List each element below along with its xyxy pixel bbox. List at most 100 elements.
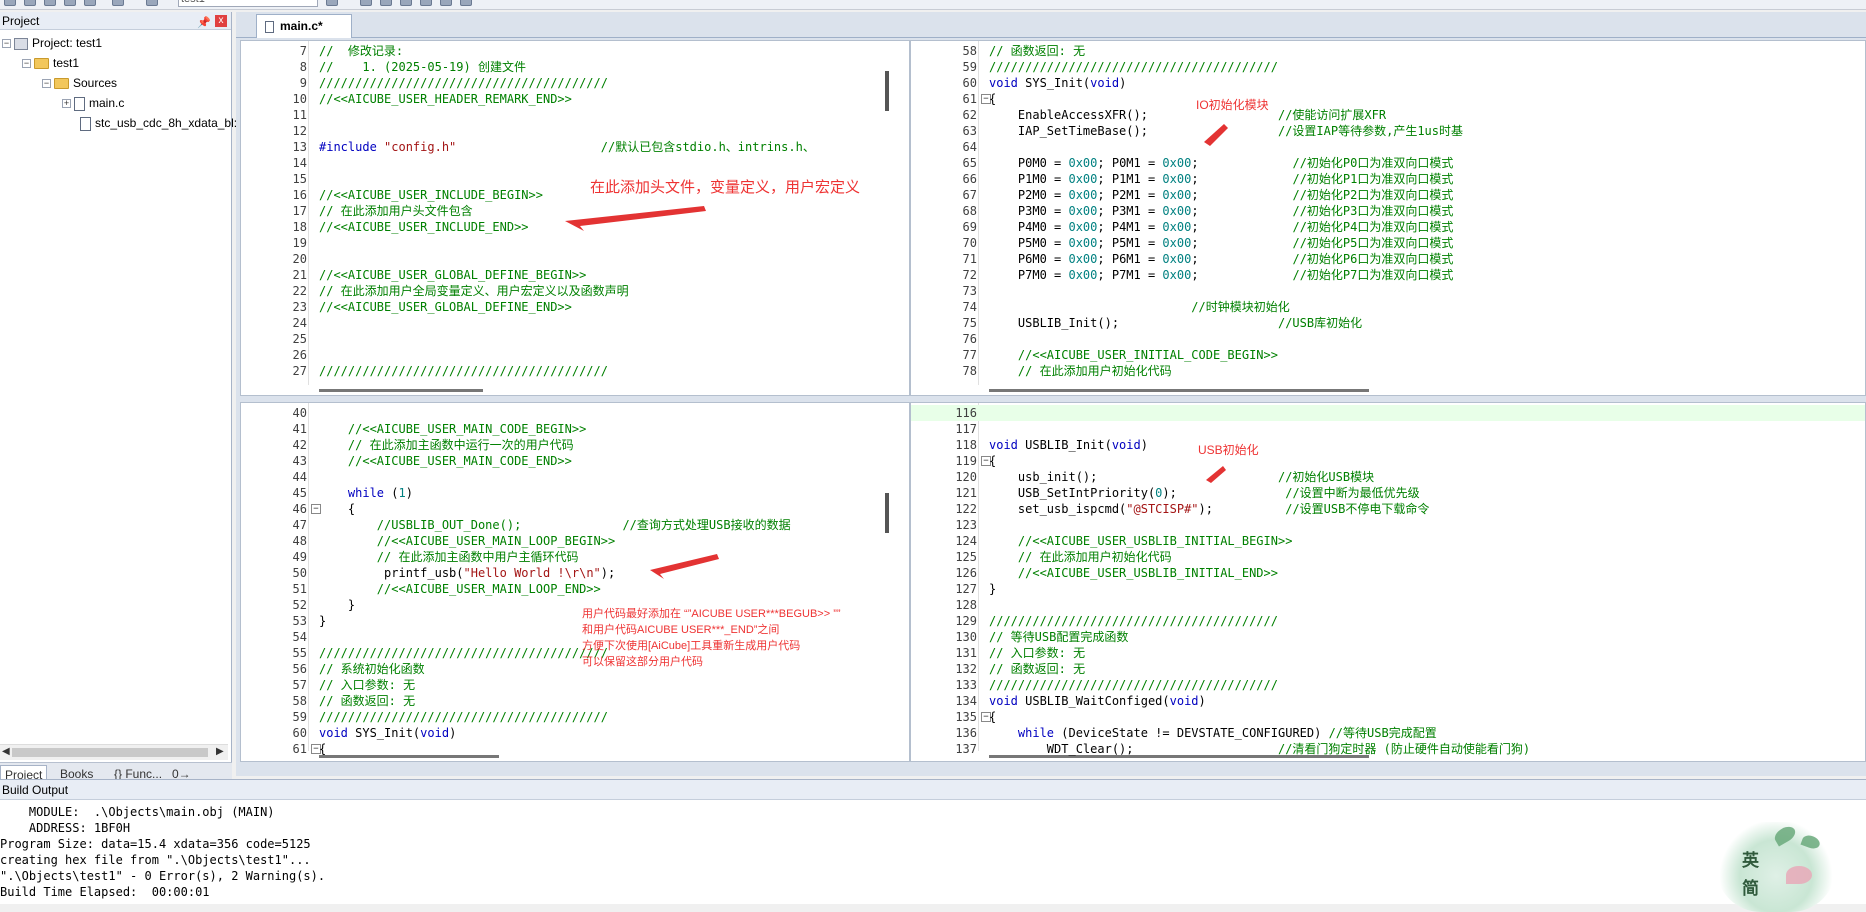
scroll-left-arrow-icon[interactable]: ◀	[2, 746, 10, 757]
code-line[interactable]: 60 void SYS_Init(void)	[241, 725, 909, 741]
editor-pane-bottom-left[interactable]: 40 41 //<<AICUBE_USER_MAIN_CODE_BEGIN>> 42…	[240, 402, 910, 762]
code-line[interactable]: 130 // 等待USB配置完成函数	[911, 629, 1865, 645]
code-line[interactable]: 66 P1M0 = 0x00; P1M1 = 0x00; //初始化P1口为准双…	[911, 171, 1865, 187]
tree-item[interactable]: − test1	[22, 54, 79, 72]
code-line[interactable]: 118 void USBLIB_Init(void)	[911, 437, 1865, 453]
code-line[interactable]: 61−{	[911, 91, 1865, 107]
code-line[interactable]: 40	[241, 405, 909, 421]
toolbar-icon-6[interactable]	[112, 0, 124, 6]
tree-item[interactable]: − Sources	[42, 74, 117, 92]
code-line[interactable]: 125 // 在此添加用户初始化代码	[911, 549, 1865, 565]
code-line[interactable]: 132 // 函数返回: 无	[911, 661, 1865, 677]
code-line[interactable]: 43 //<<AICUBE_USER_MAIN_CODE_END>>	[241, 453, 909, 469]
code-line[interactable]: 121 USB_SetIntPriority(0); //设置中断为最低优先级	[911, 485, 1865, 501]
expand-toggle-icon[interactable]: −	[42, 79, 51, 89]
code-line[interactable]: 122 set_usb_ispcmd("@STCISP#"); //设置USB不…	[911, 501, 1865, 517]
code-line[interactable]: 75 USBLIB_Init(); //USB库初始化	[911, 315, 1865, 331]
code-line[interactable]: 69 P4M0 = 0x00; P4M1 = 0x00; //初始化P4口为准双…	[911, 219, 1865, 235]
code-line[interactable]: 10 //<<AICUBE_USER_HEADER_REMARK_END>>	[241, 91, 909, 107]
code-line[interactable]: 133 /////////////////////////////////////…	[911, 677, 1865, 693]
code-line[interactable]: 136 while (DeviceState != DEVSTATE_CONFI…	[911, 725, 1865, 741]
code-line[interactable]: 77 //<<AICUBE_USER_INITIAL_CODE_BEGIN>>	[911, 347, 1865, 363]
code-line[interactable]: 14	[241, 155, 909, 171]
tree-item[interactable]: + main.c	[62, 94, 124, 112]
toolbar-icon-2[interactable]	[24, 0, 36, 6]
code-line[interactable]: 68 P3M0 = 0x00; P3M1 = 0x00; //初始化P3口为准双…	[911, 203, 1865, 219]
code-line[interactable]: 45 while (1)	[241, 485, 909, 501]
code-line[interactable]: 65 P0M0 = 0x00; P0M1 = 0x00; //初始化P0口为准双…	[911, 155, 1865, 171]
code-line[interactable]: 51 //<<AICUBE_USER_MAIN_LOOP_END>>	[241, 581, 909, 597]
code-line[interactable]: 76	[911, 331, 1865, 347]
code-line[interactable]: 63 IAP_SetTimeBase(); //设置IAP等待参数,产生1us时…	[911, 123, 1865, 139]
toolbar-icon-8[interactable]	[326, 0, 338, 6]
code-line[interactable]: 13 #include "config.h" //默认已包含stdio.h、int…	[241, 139, 909, 155]
toolbar-icon-1[interactable]	[4, 0, 16, 6]
toolbar-icon-9[interactable]	[360, 0, 372, 6]
scroll-thumb[interactable]	[12, 748, 208, 757]
toolbar-icon-14[interactable]	[460, 0, 472, 6]
editor-pane-top-left[interactable]: 7 // 修改记录: 8 // 1. (2025-05-19) 创建文件 9 //////…	[240, 40, 910, 396]
code-line[interactable]: 64	[911, 139, 1865, 155]
code-line[interactable]: 42 // 在此添加主函数中运行一次的用户代码	[241, 437, 909, 453]
code-line[interactable]: 19	[241, 235, 909, 251]
code-line[interactable]: 58 // 函数返回: 无	[241, 693, 909, 709]
code-line[interactable]: 21 //<<AICUBE_USER_GLOBAL_DEFINE_BEGIN>>	[241, 267, 909, 283]
toolbar-icon-7[interactable]	[146, 0, 158, 6]
expand-toggle-icon[interactable]: −	[2, 39, 11, 49]
horizontal-scrollbar[interactable]	[241, 385, 909, 395]
code-line[interactable]: 58 // 函数返回: 无	[911, 43, 1865, 59]
code-line[interactable]: 129 /////////////////////////////////////…	[911, 613, 1865, 629]
toolbar-icon-10[interactable]	[380, 0, 392, 6]
code-line[interactable]: 60 void SYS_Init(void)	[911, 75, 1865, 91]
code-line[interactable]: 8 // 1. (2025-05-19) 创建文件	[241, 59, 909, 75]
code-line[interactable]: 27 //////////////////////////////////////…	[241, 363, 909, 379]
code-line[interactable]: 47 //USBLIB_OUT_Done(); //查询方式处理USB接收的数据	[241, 517, 909, 533]
project-horizontal-scrollbar[interactable]: ◀ ▶	[0, 744, 228, 760]
code-line[interactable]: 128	[911, 597, 1865, 613]
toolbar-icon-12[interactable]	[420, 0, 432, 6]
expand-toggle-icon[interactable]: −	[22, 59, 31, 69]
code-line[interactable]: 59 //////////////////////////////////////…	[241, 709, 909, 725]
code-line[interactable]: 126 //<<AICUBE_USER_USBLIB_INITIAL_END>>	[911, 565, 1865, 581]
code-line[interactable]: 117	[911, 421, 1865, 437]
code-line[interactable]: 26	[241, 347, 909, 363]
code-line[interactable]: 46− {	[241, 501, 909, 517]
scroll-right-arrow-icon[interactable]: ▶	[216, 746, 224, 757]
code-line[interactable]: 25	[241, 331, 909, 347]
code-line[interactable]: 49 // 在此添加主函数中用户主循环代码	[241, 549, 909, 565]
code-line[interactable]: 74 //时钟模块初始化	[911, 299, 1865, 315]
code-line[interactable]: 59 //////////////////////////////////////…	[911, 59, 1865, 75]
code-line[interactable]: 48 //<<AICUBE_USER_MAIN_LOOP_BEGIN>>	[241, 533, 909, 549]
code-line[interactable]: 135−{	[911, 709, 1865, 725]
horizontal-scrollbar[interactable]	[911, 385, 1865, 395]
code-line[interactable]: 44	[241, 469, 909, 485]
toolbar-icon-11[interactable]	[400, 0, 412, 6]
code-line[interactable]: 50 printf_usb("Hello World !\r\n");	[241, 565, 909, 581]
code-line[interactable]: 67 P2M0 = 0x00; P2M1 = 0x00; //初始化P2口为准双…	[911, 187, 1865, 203]
code-line[interactable]: 22 // 在此添加用户全局变量定义、用户宏定义以及函数声明	[241, 283, 909, 299]
code-line[interactable]: 123	[911, 517, 1865, 533]
code-line[interactable]: 70 P5M0 = 0x00; P5M1 = 0x00; //初始化P5口为准双…	[911, 235, 1865, 251]
code-line[interactable]: 124 //<<AICUBE_USER_USBLIB_INITIAL_BEGIN…	[911, 533, 1865, 549]
code-line[interactable]: 131 // 入口参数: 无	[911, 645, 1865, 661]
code-line[interactable]: 11	[241, 107, 909, 123]
toolbar-icon-13[interactable]	[440, 0, 452, 6]
code-line[interactable]: 23 //<<AICUBE_USER_GLOBAL_DEFINE_END>>	[241, 299, 909, 315]
pin-icon[interactable]: 📌	[197, 14, 211, 32]
code-line[interactable]: 119−{	[911, 453, 1865, 469]
code-line[interactable]: 57 // 入口参数: 无	[241, 677, 909, 693]
code-line[interactable]: 134 void USBLIB_WaitConfiged(void)	[911, 693, 1865, 709]
code-line[interactable]: 7 // 修改记录:	[241, 43, 909, 59]
code-line[interactable]: 127}	[911, 581, 1865, 597]
code-line[interactable]: 24	[241, 315, 909, 331]
tab-main-c[interactable]: main.c*	[256, 14, 352, 38]
editor-pane-bottom-right[interactable]: 116 117 118 void USBLIB_Init(void) 119−{120 …	[910, 402, 1866, 762]
toolbar-icon-4[interactable]	[64, 0, 76, 6]
close-icon[interactable]: x	[215, 15, 227, 27]
target-select[interactable]: test1	[178, 0, 318, 7]
tree-item[interactable]: stc_usb_cdc_8h_xdata_bl:	[80, 114, 237, 132]
code-line[interactable]: 78 // 在此添加用户初始化代码	[911, 363, 1865, 379]
code-line[interactable]: 61−{	[241, 741, 909, 757]
code-line[interactable]: 9 ///////////////////////////////////////…	[241, 75, 909, 91]
editor-pane-top-right[interactable]: 58 // 函数返回: 无 59 //////////////////////////…	[910, 40, 1866, 396]
